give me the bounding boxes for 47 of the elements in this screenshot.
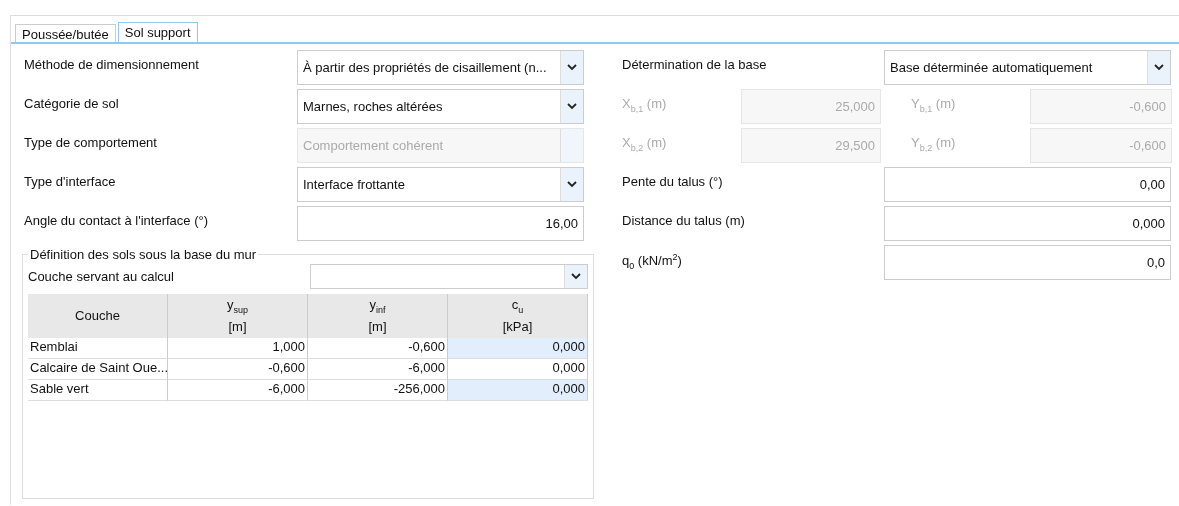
chevron-icon: [567, 64, 577, 71]
field-label: X$_{b,2}$ (m): [622, 134, 667, 153]
number-field[interactable]: 0,0: [884, 245, 1171, 280]
field-label: Distance du talus (m): [622, 212, 745, 228]
tab[interactable]: Sol support: [117, 22, 198, 42]
tab[interactable]: Poussée/butée: [15, 24, 116, 42]
field-label: Angle du contact à l'interface (°): [24, 212, 208, 228]
table-cell: -0,600: [308, 338, 448, 359]
field-label: Pente du talus (°): [622, 173, 723, 189]
number-field[interactable]: 0,000: [884, 206, 1171, 241]
table-cell: -0,600: [168, 359, 308, 380]
table-cell: -256,000: [308, 380, 448, 401]
field-label: q$_{0}$ (kN/m$^{2}$): [622, 251, 682, 271]
dropdown[interactable]: [310, 264, 588, 289]
field-label: Catégorie de sol: [24, 95, 119, 111]
table-cell[interactable]: 0,000: [448, 380, 588, 401]
dropdown[interactable]: Marnes, roches altérées: [297, 89, 584, 124]
chevron-icon: [571, 273, 581, 280]
chevron-icon: [567, 103, 577, 110]
chevron-icon: [567, 181, 577, 188]
column-header: Couche: [28, 294, 168, 338]
field-label: Détermination de la base: [622, 56, 767, 72]
table-cell: -6,000: [168, 380, 308, 401]
chevron-icon: [1154, 64, 1164, 71]
table-cell: -6,000: [308, 359, 448, 380]
number-field[interactable]: 16,00: [297, 206, 584, 241]
dropdown[interactable]: Interface frottante: [297, 167, 584, 202]
field-label: Méthode de dimensionnement: [24, 56, 199, 72]
field-label: Type d'interface: [24, 173, 116, 189]
column-header: c$_{u}$ [kPa]: [448, 294, 588, 338]
table-cell[interactable]: 0,000: [448, 359, 588, 380]
column-header: y$_{inf}$ [m]: [308, 294, 448, 338]
field-label: Y$_{b,2}$ (m): [911, 134, 956, 153]
group-title: Définition des sols sous la base du mur: [29, 247, 258, 262]
table-cell: Remblai: [28, 338, 168, 359]
field-label: X$_{b,1}$ (m): [622, 95, 667, 114]
dropdown[interactable]: À partir des propriétés de cisaillement (n...: [297, 50, 584, 85]
table-cell: Calcaire de Saint Oue...: [28, 359, 168, 380]
field-label: Couche servant au calcul: [28, 268, 174, 284]
table-cell: 1,000: [168, 338, 308, 359]
number-field[interactable]: 0,00: [884, 167, 1171, 202]
table-cell[interactable]: 0,000: [448, 338, 588, 359]
table-cell: Sable vert: [28, 380, 168, 401]
column-header: y$_{sup}$ [m]: [168, 294, 308, 338]
field-label: Y$_{b,1}$ (m): [911, 95, 956, 114]
field-label: Type de comportement: [24, 134, 157, 150]
dropdown[interactable]: Base déterminée automatiquement: [884, 50, 1171, 85]
